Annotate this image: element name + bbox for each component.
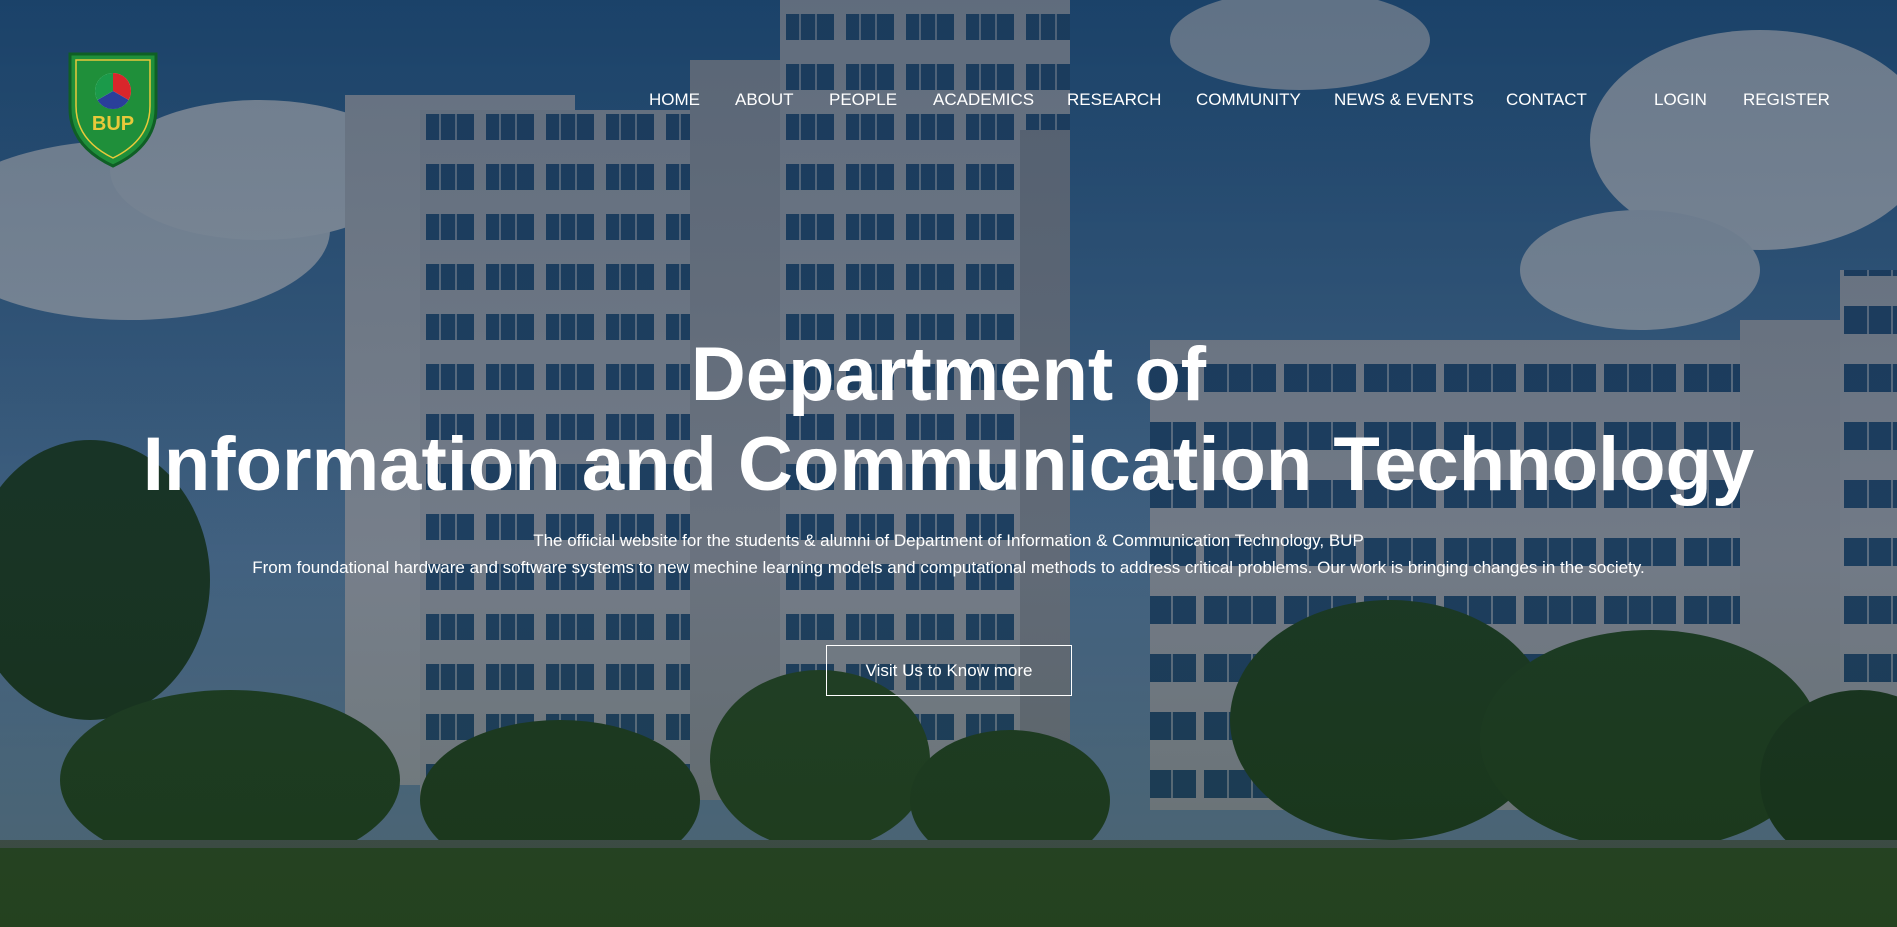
nav-register[interactable]: REGISTER xyxy=(1743,90,1830,110)
hero-title-line2: Information and Communication Technology xyxy=(142,422,1755,507)
nav-contact[interactable]: CONTACT xyxy=(1506,90,1587,110)
hero-subtitle-line2: From foundational hardware and software … xyxy=(252,558,1645,577)
hero-title-line1: Department of xyxy=(690,332,1207,417)
nav-home[interactable]: HOME xyxy=(649,90,700,110)
visit-us-button[interactable]: Visit Us to Know more xyxy=(826,645,1072,696)
nav-login[interactable]: LOGIN xyxy=(1654,90,1707,110)
nav-research[interactable]: RESEARCH xyxy=(1067,90,1161,110)
nav-news-events[interactable]: NEWS & EVENTS xyxy=(1334,90,1474,110)
nav-academics[interactable]: ACADEMICS xyxy=(933,90,1034,110)
nav-about[interactable]: ABOUT xyxy=(735,90,794,110)
nav-people[interactable]: PEOPLE xyxy=(829,90,897,110)
main-navigation: HOME ABOUT PEOPLE ACADEMICS RESEARCH COM… xyxy=(0,90,1897,120)
hero-subtitle-line1: The official website for the students & … xyxy=(533,531,1364,550)
nav-community[interactable]: COMMUNITY xyxy=(1196,90,1301,110)
